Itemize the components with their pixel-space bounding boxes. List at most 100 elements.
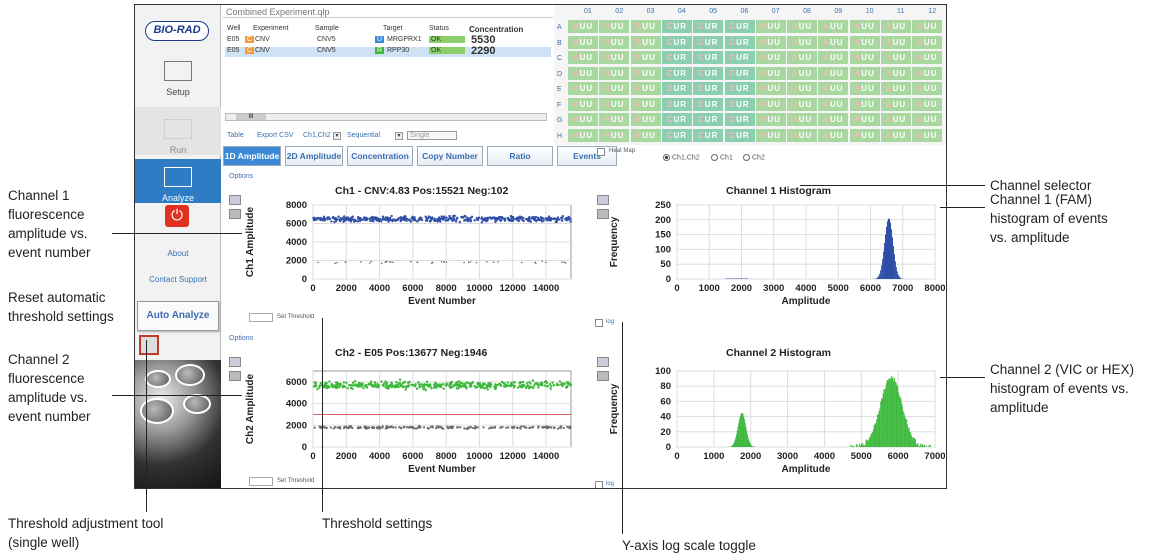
tab-copy-number[interactable]: Copy Number: [417, 146, 483, 166]
plate-well[interactable]: AUU: [881, 20, 911, 33]
plate-well[interactable]: AUU: [849, 51, 880, 64]
plate-row-header[interactable]: D: [557, 71, 562, 78]
plate-well[interactable]: CUR: [693, 128, 724, 142]
plate-well[interactable]: CUR: [724, 128, 755, 142]
plate-well[interactable]: CUR: [661, 113, 692, 126]
plate-well[interactable]: AUU: [881, 82, 911, 95]
plate-well[interactable]: AUU: [881, 66, 911, 80]
plate-well[interactable]: AUU: [912, 35, 943, 49]
plate-well[interactable]: AUU: [568, 35, 598, 49]
plate-well[interactable]: AUU: [912, 82, 943, 95]
plate-well[interactable]: CUR: [724, 97, 755, 111]
plate-well[interactable]: CUR: [693, 82, 724, 95]
plate-well[interactable]: AUU: [568, 66, 598, 80]
plate-well[interactable]: RUU: [630, 113, 661, 126]
col-header-sample[interactable]: Sample: [315, 25, 339, 32]
sidebar-item-analyze[interactable]: Analyze: [135, 159, 221, 203]
plate-well[interactable]: AUU: [755, 82, 786, 95]
plate-well[interactable]: AUU: [881, 35, 911, 49]
plate-well[interactable]: CUR: [693, 35, 724, 49]
plate-well[interactable]: AUU: [755, 97, 786, 111]
col-header-status[interactable]: Status: [429, 25, 449, 32]
plate-well[interactable]: AUU: [912, 128, 943, 142]
plate-well[interactable]: RUU: [599, 82, 630, 95]
plate-well[interactable]: RUU: [630, 66, 661, 80]
plate-well[interactable]: AUU: [787, 20, 818, 33]
plate-well[interactable]: AUU: [818, 82, 849, 95]
plate-well[interactable]: AUU: [849, 128, 880, 142]
plate-col-header[interactable]: 07: [772, 8, 780, 15]
power-icon[interactable]: ⏻: [165, 205, 189, 227]
options-link[interactable]: Options: [229, 335, 253, 342]
print-icon[interactable]: [229, 371, 241, 381]
plate-row-header[interactable]: A: [557, 24, 562, 31]
tab-concentration[interactable]: Concentration: [347, 146, 413, 166]
plate-col-header[interactable]: 05: [709, 8, 717, 15]
plate-well[interactable]: AUU: [787, 128, 818, 142]
plate-well[interactable]: AUU: [818, 20, 849, 33]
plate-well[interactable]: AUU: [849, 97, 880, 111]
plate-well[interactable]: RUU: [599, 113, 630, 126]
plate-well[interactable]: AUU: [912, 113, 943, 126]
plate-well[interactable]: AUU: [849, 113, 880, 126]
tab-events[interactable]: Events: [557, 146, 617, 166]
tab-2d-amplitude[interactable]: 2D Amplitude: [285, 146, 343, 166]
order-dropdown[interactable]: Sequential: [347, 132, 380, 139]
log-scale-checkbox[interactable]: [595, 319, 603, 327]
plate-well[interactable]: AUU: [849, 66, 880, 80]
plate-row-header[interactable]: E: [557, 86, 562, 93]
plate-well[interactable]: RUU: [599, 20, 630, 33]
plate-well[interactable]: RUU: [630, 20, 661, 33]
plate-well[interactable]: AUU: [568, 128, 598, 142]
col-header-concentration[interactable]: Concentration: [469, 25, 523, 34]
table-row[interactable]: E05 C CNV CNV5 R RPP30 OK 2290: [225, 45, 551, 57]
plate-well[interactable]: AUU: [849, 35, 880, 49]
plate-well[interactable]: AUU: [912, 51, 943, 64]
channel-radio-2[interactable]: Ch1: [711, 154, 733, 161]
chevron-down-icon[interactable]: ▼: [333, 132, 341, 140]
plate-well[interactable]: CUR: [661, 20, 692, 33]
plate-well[interactable]: CUR: [661, 97, 692, 111]
plate-col-header[interactable]: 08: [803, 8, 811, 15]
plate-well[interactable]: CUR: [724, 113, 755, 126]
scroll-thumb[interactable]: III: [236, 114, 266, 120]
plate-well[interactable]: AUU: [818, 51, 849, 64]
plate-well[interactable]: AUU: [787, 35, 818, 49]
plate-row-header[interactable]: H: [557, 133, 562, 140]
heat-map-checkbox[interactable]: [597, 148, 605, 156]
plate-well[interactable]: AUU: [568, 20, 598, 33]
tab-1d-amplitude[interactable]: 1D Amplitude: [223, 146, 281, 166]
threshold-tool-icon[interactable]: [139, 335, 159, 355]
plate-well[interactable]: AUU: [787, 66, 818, 80]
plate-well[interactable]: AUU: [818, 128, 849, 142]
col-header-experiment[interactable]: Experiment: [253, 25, 288, 32]
export-csv-link[interactable]: Export CSV: [257, 132, 294, 139]
plate-well[interactable]: RUU: [630, 35, 661, 49]
plate-well[interactable]: AUU: [818, 97, 849, 111]
plate-well[interactable]: AUU: [881, 113, 911, 126]
plate-well[interactable]: CUR: [693, 20, 724, 33]
plate-well[interactable]: AUU: [912, 20, 943, 33]
plate-col-header[interactable]: 06: [741, 8, 749, 15]
plate-row-header[interactable]: F: [557, 102, 561, 109]
plate-well[interactable]: AUU: [881, 128, 911, 142]
plate-col-header[interactable]: 04: [678, 8, 686, 15]
plate-well[interactable]: RUU: [599, 51, 630, 64]
plate-well[interactable]: AUU: [818, 35, 849, 49]
plate-well[interactable]: CUR: [661, 128, 692, 142]
plate-well[interactable]: AUU: [755, 20, 786, 33]
plate-col-header[interactable]: 11: [897, 8, 904, 15]
plate-col-header[interactable]: 09: [834, 8, 842, 15]
plate-well[interactable]: AUU: [568, 82, 598, 95]
plate-well[interactable]: CUR: [724, 82, 755, 95]
plate-well[interactable]: RUU: [630, 82, 661, 95]
channel-radio-1[interactable]: Ch1,Ch2: [663, 154, 700, 161]
plate-well[interactable]: AUU: [787, 51, 818, 64]
plate-well[interactable]: CUR: [661, 82, 692, 95]
tab-ratio[interactable]: Ratio: [487, 146, 553, 166]
plate-col-header[interactable]: 03: [647, 8, 655, 15]
plate-row-header[interactable]: C: [557, 55, 562, 62]
horizontal-scrollbar[interactable]: III: [225, 113, 547, 121]
plate-well[interactable]: AUU: [787, 97, 818, 111]
channel-radio-3[interactable]: Ch2: [743, 154, 765, 161]
